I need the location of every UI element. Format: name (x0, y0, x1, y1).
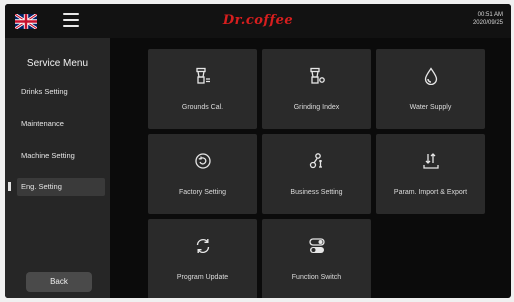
tile-grinding-index[interactable]: Grinding Index (262, 49, 371, 129)
date-text: 2020/09/25 (472, 20, 503, 26)
sidebar-item-eng-setting[interactable]: Eng. Setting (17, 178, 105, 196)
tile-label: Param. Import & Export (393, 189, 468, 196)
refresh-icon (148, 236, 257, 256)
top-bar: Dr.coffee 00:51 AM 2020/09/25 (5, 4, 511, 38)
sidebar-title: Service Menu (26, 58, 89, 69)
back-button[interactable]: Back (26, 272, 92, 292)
sidebar-item-drinks-setting[interactable]: Drinks Setting (17, 83, 105, 101)
import-export-icon (376, 151, 485, 171)
grinder-icon (148, 66, 257, 86)
tile-factory-setting[interactable]: Factory Setting (148, 134, 257, 214)
tile-program-update[interactable]: Program Update (148, 219, 257, 298)
tile-grounds-cal[interactable]: Grounds Cal. (148, 49, 257, 129)
grinder-gear-icon (262, 66, 371, 86)
tile-label: Function Switch (291, 274, 342, 281)
tile-function-switch[interactable]: Function Switch (262, 219, 371, 298)
tile-param-import-export[interactable]: Param. Import & Export (376, 134, 485, 214)
active-indicator (8, 182, 11, 191)
tile-label: Program Update (176, 274, 229, 281)
tile-label: Grounds Cal. (181, 104, 224, 111)
tile-water-supply[interactable]: Water Supply (376, 49, 485, 129)
tile-label: Water Supply (409, 104, 452, 111)
sidebar-item-maintenance[interactable]: Maintenance (17, 115, 105, 133)
sidebar: Service Menu Drinks Setting Maintenance … (5, 38, 110, 298)
brand-logo: Dr.coffee (222, 13, 294, 28)
time-text: 00:51 AM (477, 12, 503, 18)
device-screen: Dr.coffee 00:51 AM 2020/09/25 Service Me… (5, 4, 511, 298)
tile-label: Grinding Index (293, 104, 340, 111)
toggle-switch-icon (262, 236, 371, 256)
factory-reset-icon (148, 151, 257, 171)
tile-label: Business Setting (290, 189, 343, 196)
water-drop-icon (376, 66, 485, 86)
sidebar-item-machine-setting[interactable]: Machine Setting (17, 147, 105, 165)
datetime: 00:51 AM 2020/09/25 (473, 11, 503, 27)
business-icon (262, 151, 371, 171)
tile-business-setting[interactable]: Business Setting (262, 134, 371, 214)
tile-label: Factory Setting (178, 189, 227, 196)
